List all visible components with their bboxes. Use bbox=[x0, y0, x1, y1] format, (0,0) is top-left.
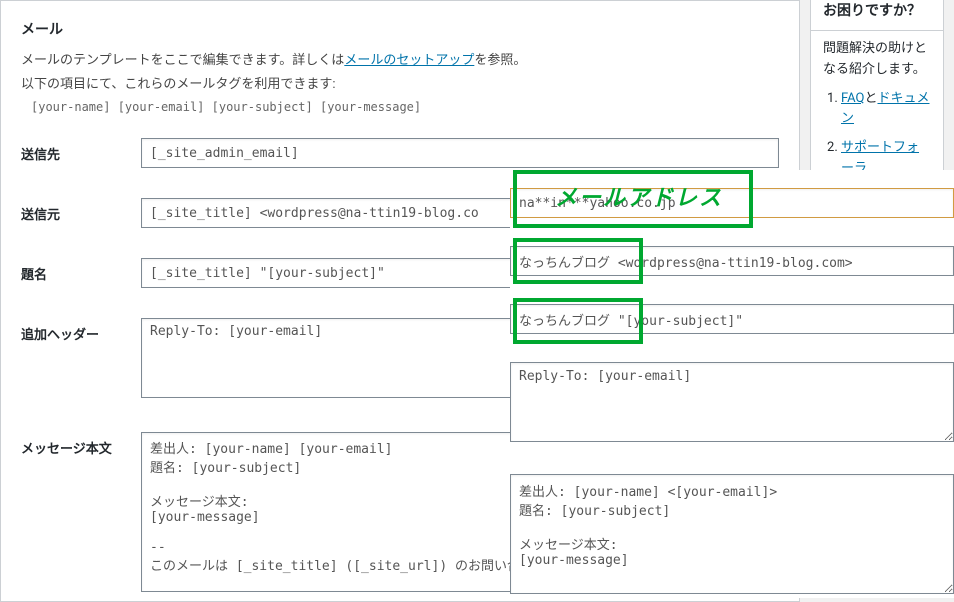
label-subject: 題名 bbox=[21, 258, 141, 283]
label-to: 送信先 bbox=[21, 138, 141, 163]
sidebar-help-desc: 問題解決の助けとなる紹介します。 bbox=[823, 39, 931, 81]
overlay-textarea-headers[interactable] bbox=[510, 362, 954, 442]
mail-tags-list: [your-name] [your-email] [your-subject] … bbox=[21, 100, 779, 114]
overlay-input-subject[interactable] bbox=[510, 304, 954, 334]
input-to[interactable] bbox=[141, 138, 779, 168]
mail-desc-2: 以下の項目にて、これらのメールタグを利用できます: bbox=[21, 75, 779, 95]
sidebar-item-faq-docs: FAQとドキュメン bbox=[841, 89, 931, 131]
mail-section-title: メール bbox=[21, 19, 779, 39]
desc1-before: メールのテンプレートをここで編集できます。詳しくは bbox=[21, 53, 344, 68]
overlay-panel bbox=[510, 170, 954, 598]
label-body: メッセージ本文 bbox=[21, 432, 141, 457]
overlay-textarea-body[interactable] bbox=[510, 474, 954, 594]
annotation-label-mailaddress: メールアドレス bbox=[555, 180, 723, 212]
desc1-after: を参照。 bbox=[474, 53, 526, 68]
mail-setup-link[interactable]: メールのセットアップ bbox=[344, 53, 474, 68]
mail-desc-1: メールのテンプレートをここで編集できます。詳しくはメールのセットアップを参照。 bbox=[21, 51, 779, 71]
sidebar-help-title: お困りですか？ bbox=[811, 0, 943, 31]
label-from: 送信元 bbox=[21, 198, 141, 223]
faq-link[interactable]: FAQ bbox=[841, 91, 864, 106]
overlay-input-from[interactable] bbox=[510, 246, 954, 276]
label-headers: 追加ヘッダー bbox=[21, 318, 141, 343]
